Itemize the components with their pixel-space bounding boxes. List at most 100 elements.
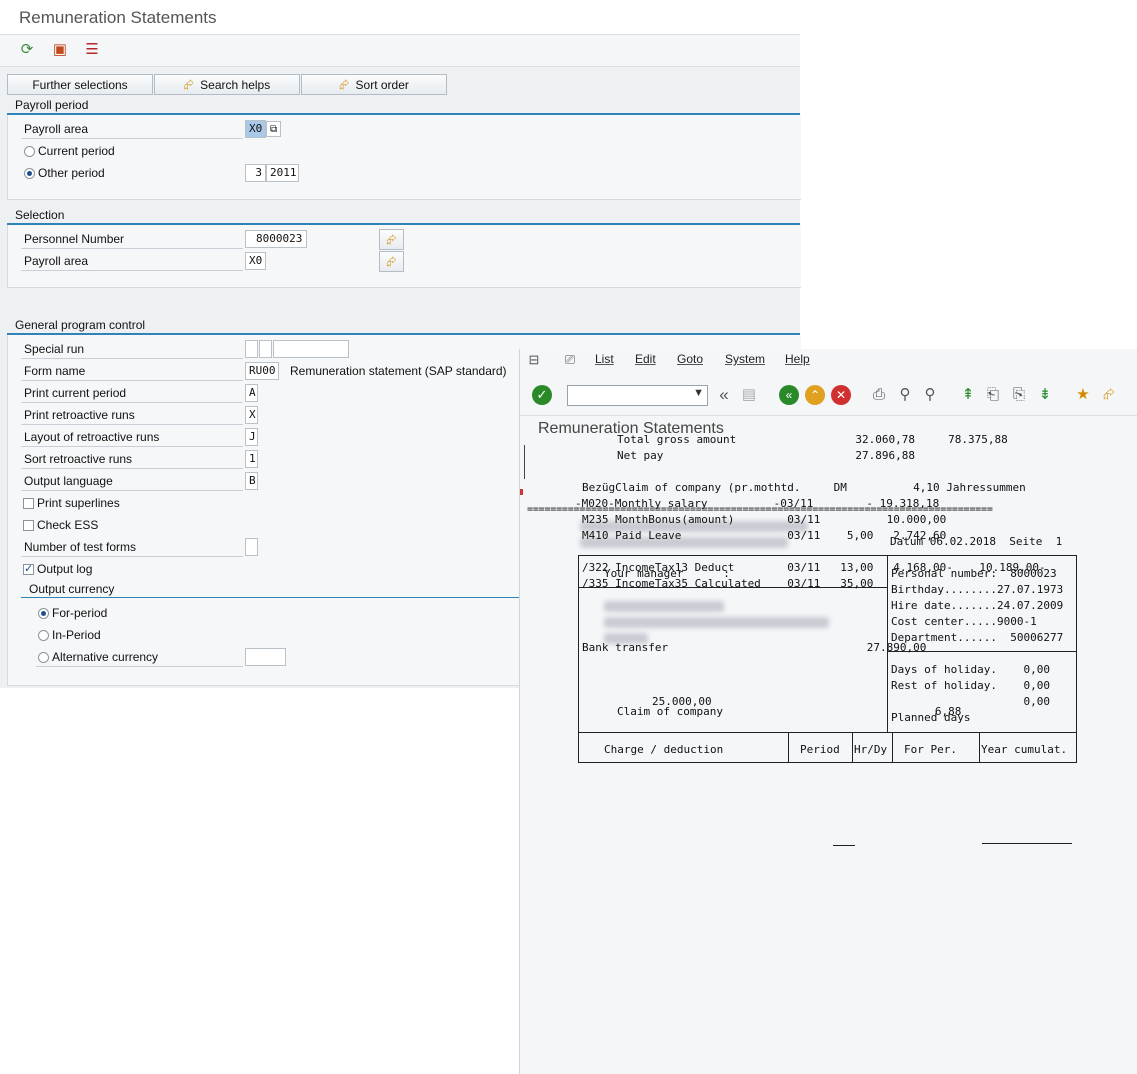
menu-goto[interactable]: Goto [677,352,703,366]
first-page-icon[interactable]: ⇞ [958,385,978,405]
variants-icon[interactable]: ▣ [50,40,70,60]
group-title-payroll-period: Payroll period [15,98,89,112]
selection-options-icon[interactable]: ☰ [82,40,102,60]
form-name-label: Form name [24,364,86,378]
alternative-currency-input[interactable] [245,648,286,666]
statement-line: M410 Paid Leave 03/11 5,00 2.742,60 [582,529,947,542]
statement-line: -M020-Monthly salary -03/11 - 19.318,18 [575,497,940,510]
special-run-id-input[interactable] [273,340,349,358]
payroll-area-label-2: Payroll area [24,254,89,268]
days-of-holiday: Days of holiday. 0,00 [891,663,1050,676]
text-cursor [524,445,525,479]
payroll-area-input-2[interactable]: X0 [245,252,266,270]
window-title: Remuneration Statements [19,8,217,27]
special-run-flag-input[interactable] [259,340,272,358]
find-next-icon[interactable]: ⚲ [920,385,940,405]
output-log-checkbox[interactable]: ✓ [23,564,34,575]
other-period-label: Other period [38,166,105,180]
group-title-general: General program control [15,318,146,332]
sort-retro-input[interactable]: 1 [245,450,258,468]
multiple-selection-button-2[interactable]: ⮳ [379,251,404,272]
in-period-radio[interactable] [38,630,49,641]
back-icon[interactable]: « [779,385,799,405]
sort-order-button[interactable]: ⮳ Sort order [301,74,447,95]
statement-line: M235 MonthBonus(amount) 03/11 10.000,00 [582,513,947,526]
special-run-label: Special run [24,342,85,356]
col-for-period: For Per. [904,743,957,756]
cancel-icon[interactable]: ✕ [831,385,851,405]
other-period-radio[interactable] [24,168,35,179]
form-description: Remuneration statement (SAP standard) [290,364,507,378]
menu-help[interactable]: Help [785,352,810,366]
for-period-radio[interactable] [38,608,49,619]
form-name-input[interactable]: RU00 [245,362,279,380]
special-run-type-input[interactable] [245,340,258,358]
execute-icon[interactable]: ⟳ [17,40,37,60]
search-helps-button[interactable]: ⮳ Search helps [154,74,300,95]
alternative-currency-label: Alternative currency [52,650,159,664]
output-language-label: Output language [24,474,113,488]
previous-page-icon[interactable]: ⎗ [983,385,1003,405]
group-divider [21,597,519,598]
menu-system[interactable]: System [725,352,765,366]
period-input[interactable]: 3 [245,164,266,182]
in-period-label: In-Period [52,628,101,642]
enter-icon[interactable]: ✓ [532,385,552,405]
menu-icon[interactable]: ⊟ [524,350,544,370]
underline [982,843,1072,844]
test-forms-input[interactable] [245,538,258,556]
check-ess-checkbox[interactable] [23,520,34,531]
column-divider [788,732,789,763]
statement-line: /322 IncomeTax13 Deduct 03/11 13,00 4.16… [582,561,1046,574]
underline [833,845,855,846]
next-page-icon[interactable]: ⎘ [1009,385,1029,405]
print-icon[interactable]: ⎙ [869,385,889,405]
payroll-area-input[interactable]: X0 [245,120,266,138]
exit-icon[interactable]: ⌃ [805,385,825,405]
print-retro-input[interactable]: X [245,406,258,424]
personnel-number-input[interactable]: 8000023 [245,230,307,248]
shortcut-icon[interactable]: ⮳ [1099,385,1119,405]
payroll-area-label: Payroll area [24,122,89,136]
chevron-down-icon: ▼ [693,387,704,399]
menu-edit[interactable]: Edit [635,352,656,366]
rest-of-holiday: Rest of holiday. 0,00 [891,679,1050,692]
save-icon[interactable]: ▤ [739,385,759,405]
command-field[interactable]: ▼ [567,385,708,406]
cost-center: Cost center.....9000-1 [891,615,1037,628]
print-current-period-input[interactable]: A [245,384,258,402]
print-current-period-label: Print current period [24,386,127,400]
menu-list[interactable]: List [595,352,614,366]
statement-line: Claim of company 6,88 [617,705,962,718]
personnel-number-label: Personnel Number [24,232,125,246]
check-ess-label: Check ESS [37,518,99,532]
current-period-radio[interactable] [24,146,35,157]
value-help-icon[interactable]: ⧉ [266,121,281,137]
col-hr-dy: Hr/Dy [854,743,888,756]
group-title-output-currency: Output currency [29,582,115,596]
blurred-employee-street [604,617,829,628]
hire-date: Hire date.......24.07.2009 [891,599,1064,612]
output-log-label: Output log [37,562,93,576]
last-page-icon[interactable]: ⇟ [1035,385,1055,405]
double-chevron-left-icon[interactable]: « [714,385,734,405]
statement-line: Bank transfer 27.890,00 [582,641,927,654]
year-input[interactable]: 2011 [266,164,299,182]
create-session-icon[interactable]: ★ [1073,385,1093,405]
layout-retro-input[interactable]: J [245,428,258,446]
title-bar: Remuneration Statements [0,0,800,35]
layout-retro-label: Layout of retroactive runs [24,430,160,444]
find-icon[interactable]: ⚲ [895,385,915,405]
list-output-window: ⊟ ⎚ List Edit Goto System Help ✓ ▼ « ▤ «… [519,349,1137,1074]
statement-line: Net pay 27.896,88 [617,449,916,462]
print-superlines-checkbox[interactable] [23,498,34,509]
layout-icon[interactable]: ⎚ [560,350,580,370]
further-selections-button[interactable]: Further selections [7,74,153,95]
arrow-icon: ⮳ [339,77,350,92]
standard-toolbar: ✓ ▼ « ▤ « ⌃ ✕ ⎙ ⚲ ⚲ ⇞ ⎗ ⎘ ⇟ ★ ⮳ [520,375,1137,416]
print-retro-label: Print retroactive runs [24,408,135,422]
alternative-currency-radio[interactable] [38,652,49,663]
multiple-selection-button[interactable]: ⮳ [379,229,404,250]
current-period-label: Current period [38,144,115,158]
output-language-input[interactable]: B [245,472,258,490]
